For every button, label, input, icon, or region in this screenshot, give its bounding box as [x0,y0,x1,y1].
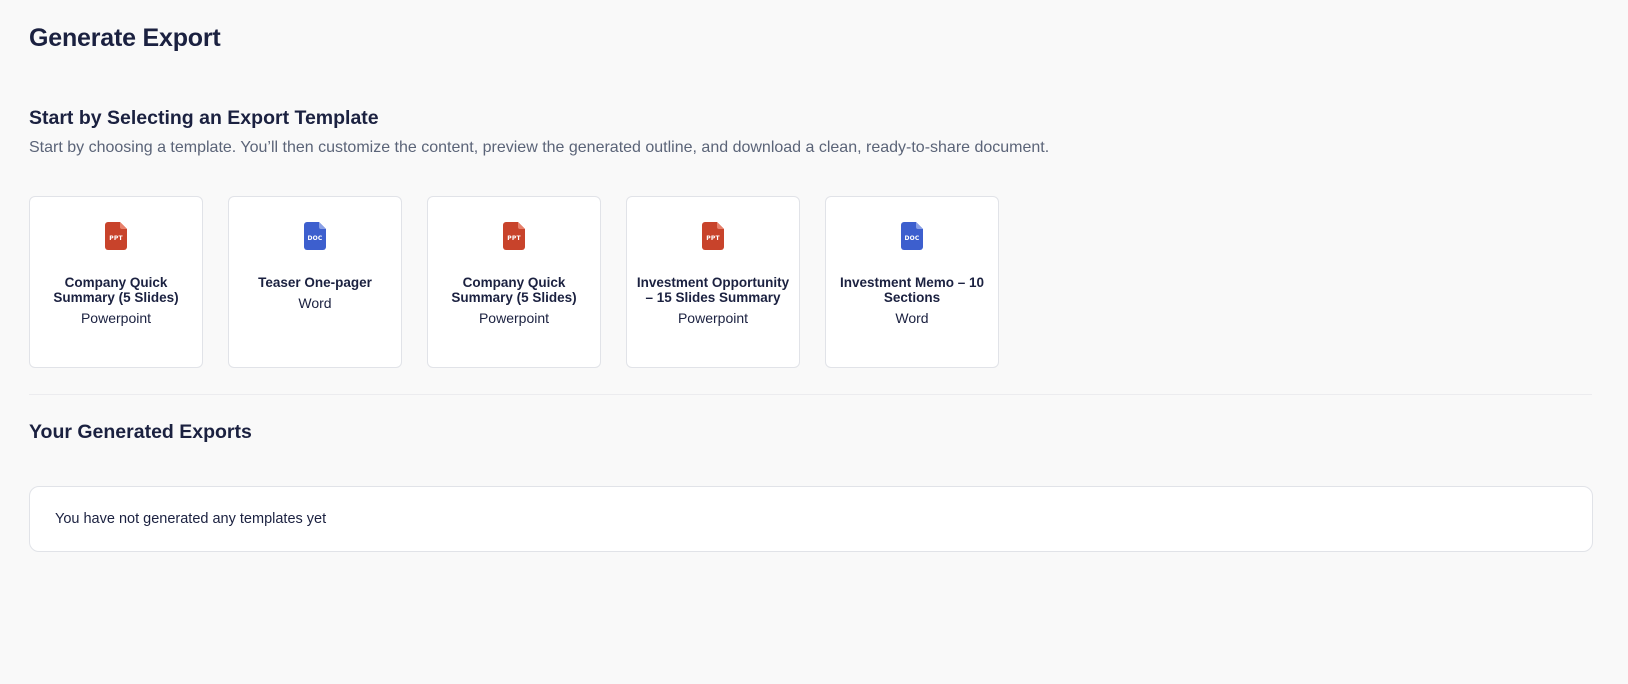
template-type: Powerpoint [677,310,749,326]
template-title: Teaser One-pager [258,275,372,290]
file-type-tag: DOC [307,235,323,242]
template-grid: PPT Company Quick Summary (5 Slides) Pow… [29,196,999,368]
templates-section-description: Start by choosing a template. You’ll the… [29,139,1050,156]
generated-exports-empty-state: You have not generated any templates yet [29,486,1593,552]
template-title: Company Quick Summary (5 Slides) [53,275,179,305]
template-type: Powerpoint [478,310,550,326]
file-type-tag: DOC [904,235,920,242]
template-type: Word [298,295,332,311]
ppt-file-icon: PPT [105,222,127,250]
generated-exports-heading: Your Generated Exports [29,421,252,443]
section-divider [29,394,1592,395]
template-type: Word [895,310,929,326]
template-card-investment-memo[interactable]: DOC Investment Memo – 10 Sections Word [825,196,999,368]
template-card-teaser-one-pager[interactable]: DOC Teaser One-pager Word [228,196,402,368]
template-card-company-quick-summary-2[interactable]: PPT Company Quick Summary (5 Slides) Pow… [427,196,601,368]
empty-state-message: You have not generated any templates yet [55,511,327,527]
generate-export-page: Generate Export Start by Selecting an Ex… [0,0,1628,684]
doc-file-icon: DOC [304,222,326,250]
ppt-file-icon: PPT [503,222,525,250]
file-type-tag: PPT [706,235,720,242]
template-title: Company Quick Summary (5 Slides) [451,275,577,305]
template-title: Investment Opportunity – 15 Slides Summa… [636,275,790,305]
page-title: Generate Export [29,24,221,52]
template-type: Powerpoint [80,310,152,326]
file-type-tag: PPT [507,235,521,242]
template-title: Investment Memo – 10 Sections [839,275,985,305]
template-card-investment-opportunity[interactable]: PPT Investment Opportunity – 15 Slides S… [626,196,800,368]
templates-section-heading: Start by Selecting an Export Template [29,107,379,129]
file-type-tag: PPT [109,235,123,242]
doc-file-icon: DOC [901,222,923,250]
ppt-file-icon: PPT [702,222,724,250]
template-card-company-quick-summary-1[interactable]: PPT Company Quick Summary (5 Slides) Pow… [29,196,203,368]
